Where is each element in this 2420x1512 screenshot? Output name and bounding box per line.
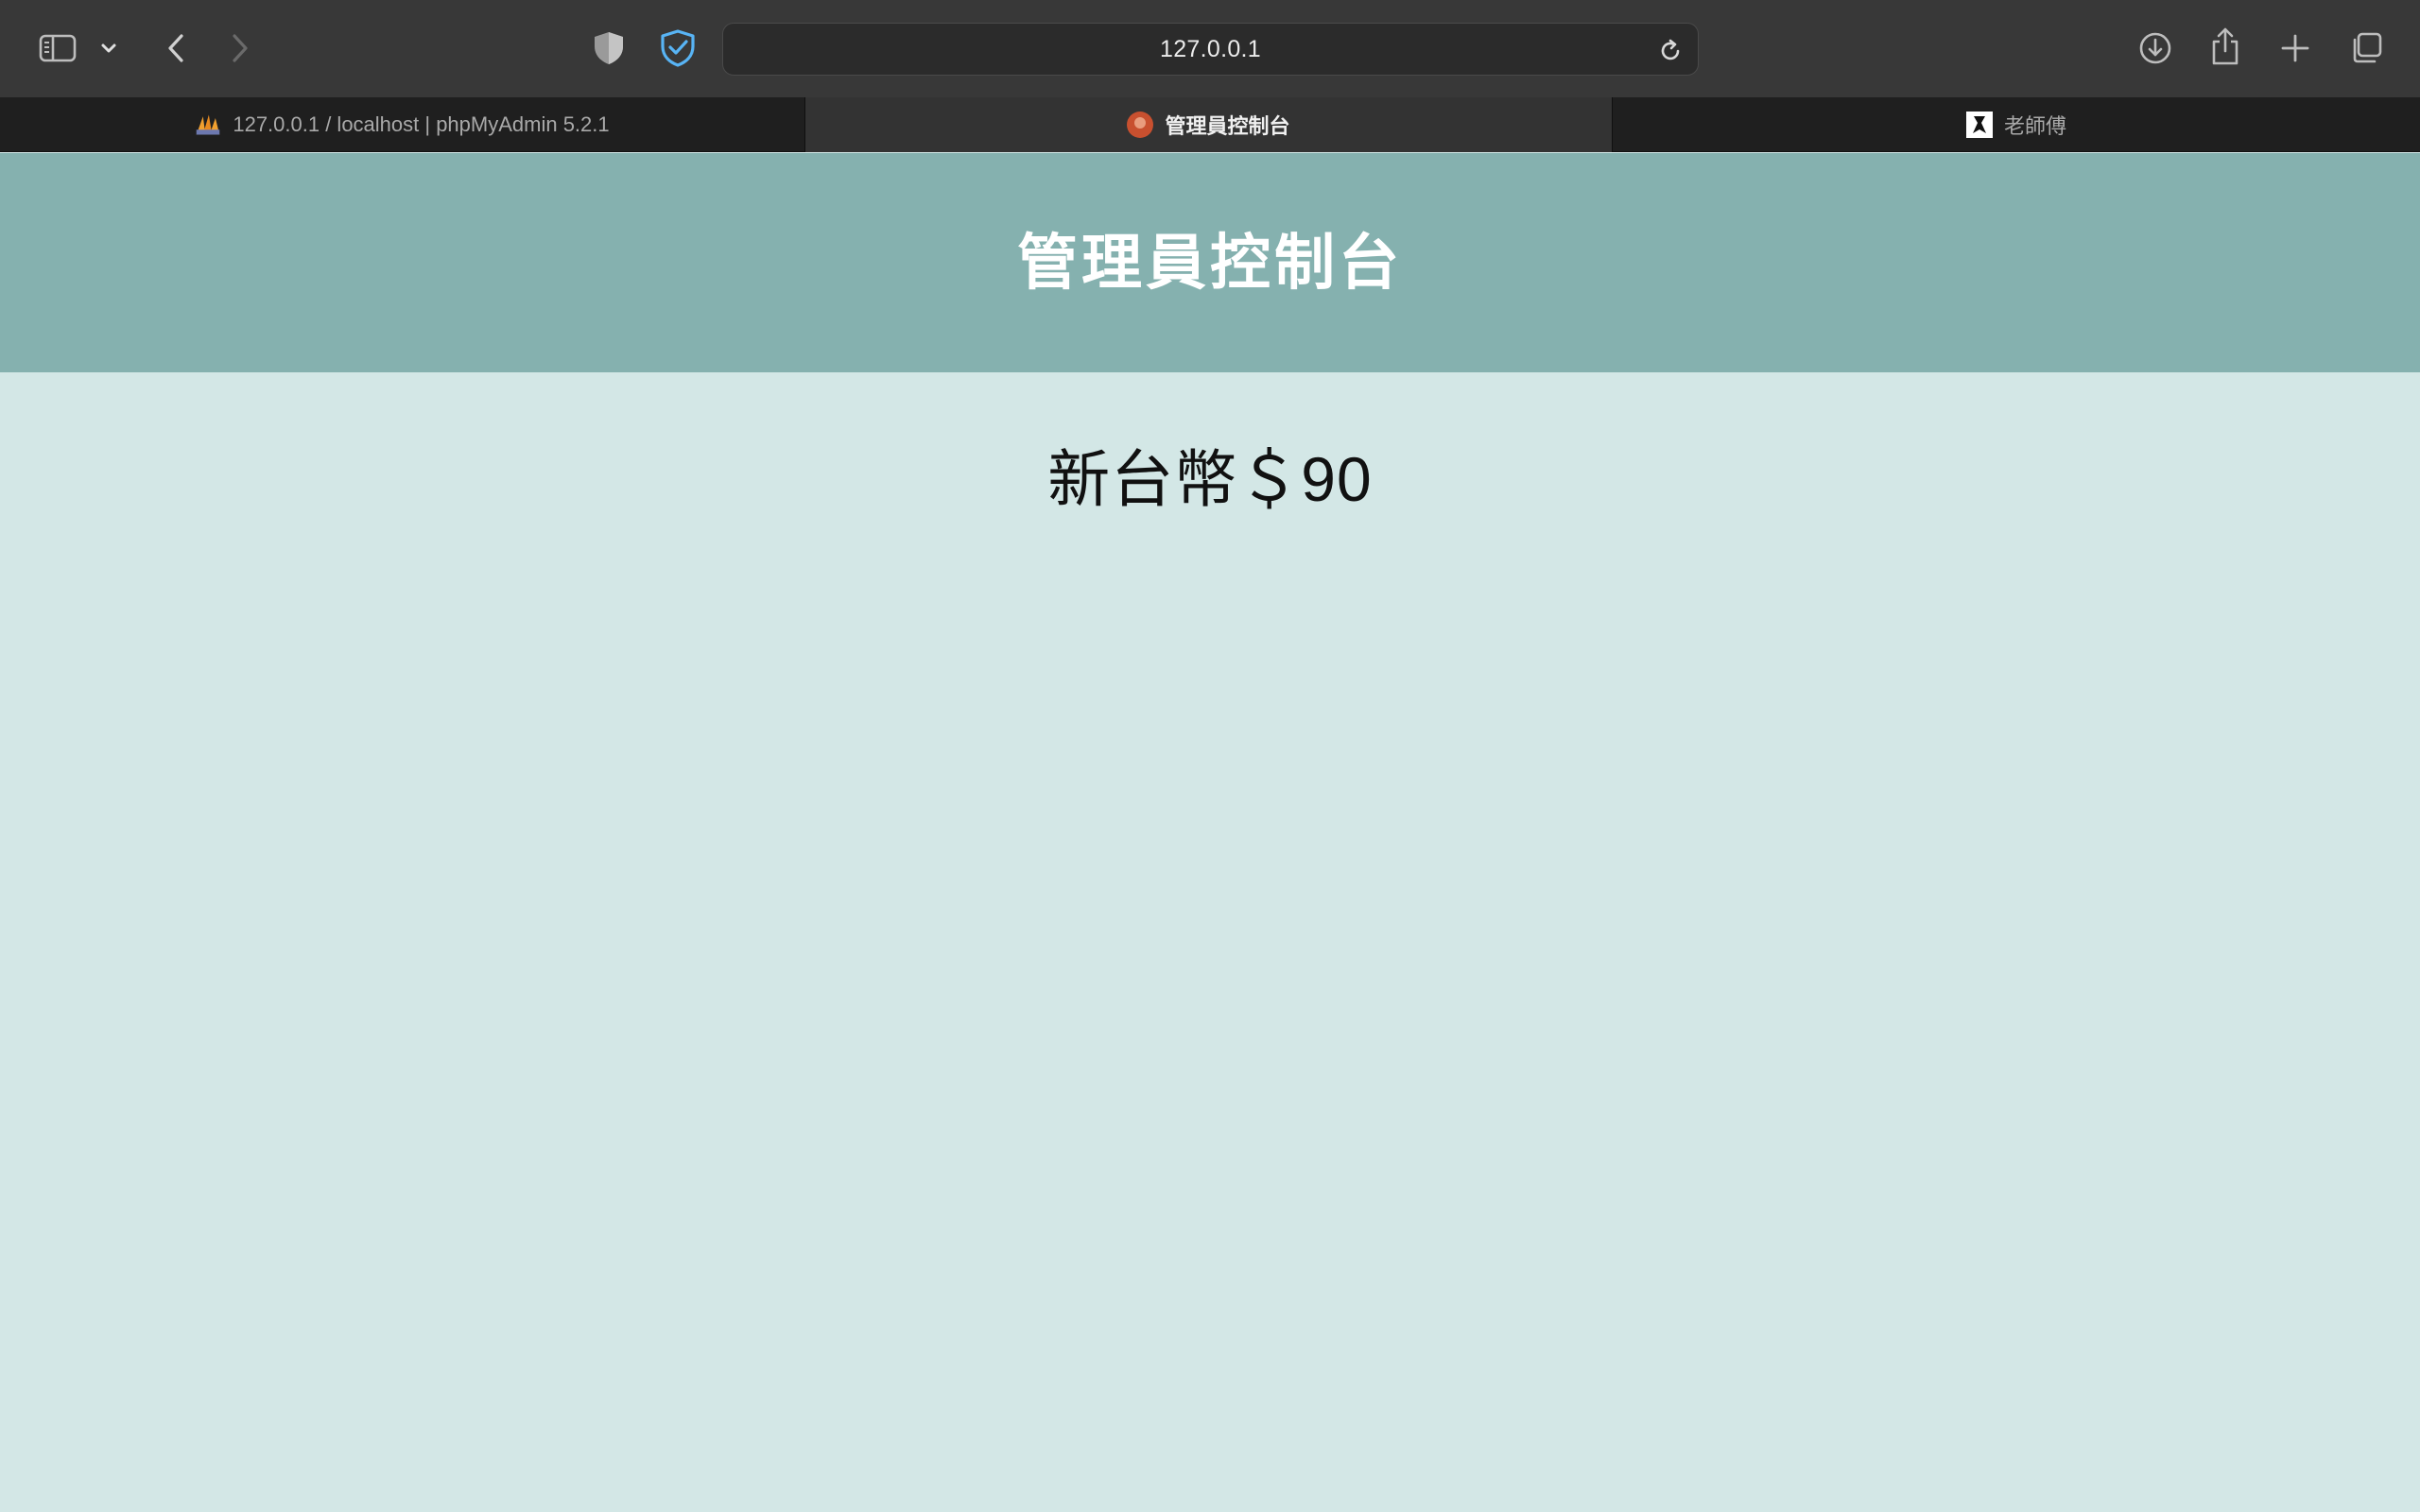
tab-overview-icon[interactable] — [2344, 26, 2388, 70]
download-icon[interactable] — [2135, 26, 2176, 70]
tab-admin-console[interactable]: 管理員控制台 — [805, 97, 1613, 152]
back-arrow-icon[interactable] — [157, 26, 195, 70]
browser-toolbar: 127.0.0.1 — [0, 0, 2420, 97]
sidebar-toggle-icon[interactable] — [34, 28, 81, 68]
tab-label: 127.0.0.1 / localhost | phpMyAdmin 5.2.1 — [233, 112, 610, 136]
phpmyadmin-icon — [195, 112, 221, 138]
address-bar[interactable]: 127.0.0.1 — [722, 23, 1699, 76]
forward-arrow-icon[interactable] — [221, 26, 259, 70]
vpn-shield-icon[interactable] — [654, 25, 701, 72]
reload-icon[interactable] — [1654, 35, 1686, 67]
admin-avatar-icon — [1127, 112, 1154, 138]
chevron-down-icon[interactable] — [96, 34, 121, 62]
share-icon[interactable] — [2206, 23, 2244, 70]
privacy-shield-icon[interactable] — [586, 26, 631, 70]
teacher-site-icon — [1965, 112, 1993, 138]
tab-teacher[interactable]: 老師傅 — [1613, 97, 2420, 152]
page-body: 新台幣＄90 — [0, 372, 2420, 1512]
page-title: 管理員控制台 — [1017, 229, 1403, 297]
tab-label: 老師傅 — [2003, 114, 2066, 138]
price-text: 新台幣＄90 — [1047, 444, 1373, 514]
plus-icon[interactable] — [2274, 26, 2316, 70]
url-text[interactable]: 127.0.0.1 — [723, 24, 1698, 75]
tab-label: 管理員控制台 — [1165, 114, 1290, 138]
page-header: 管理員控制台 — [0, 153, 2420, 372]
tab-phpmyadmin[interactable]: 127.0.0.1 / localhost | phpMyAdmin 5.2.1 — [0, 97, 805, 152]
tab-strip: 127.0.0.1 / localhost | phpMyAdmin 5.2.1… — [0, 97, 2420, 152]
